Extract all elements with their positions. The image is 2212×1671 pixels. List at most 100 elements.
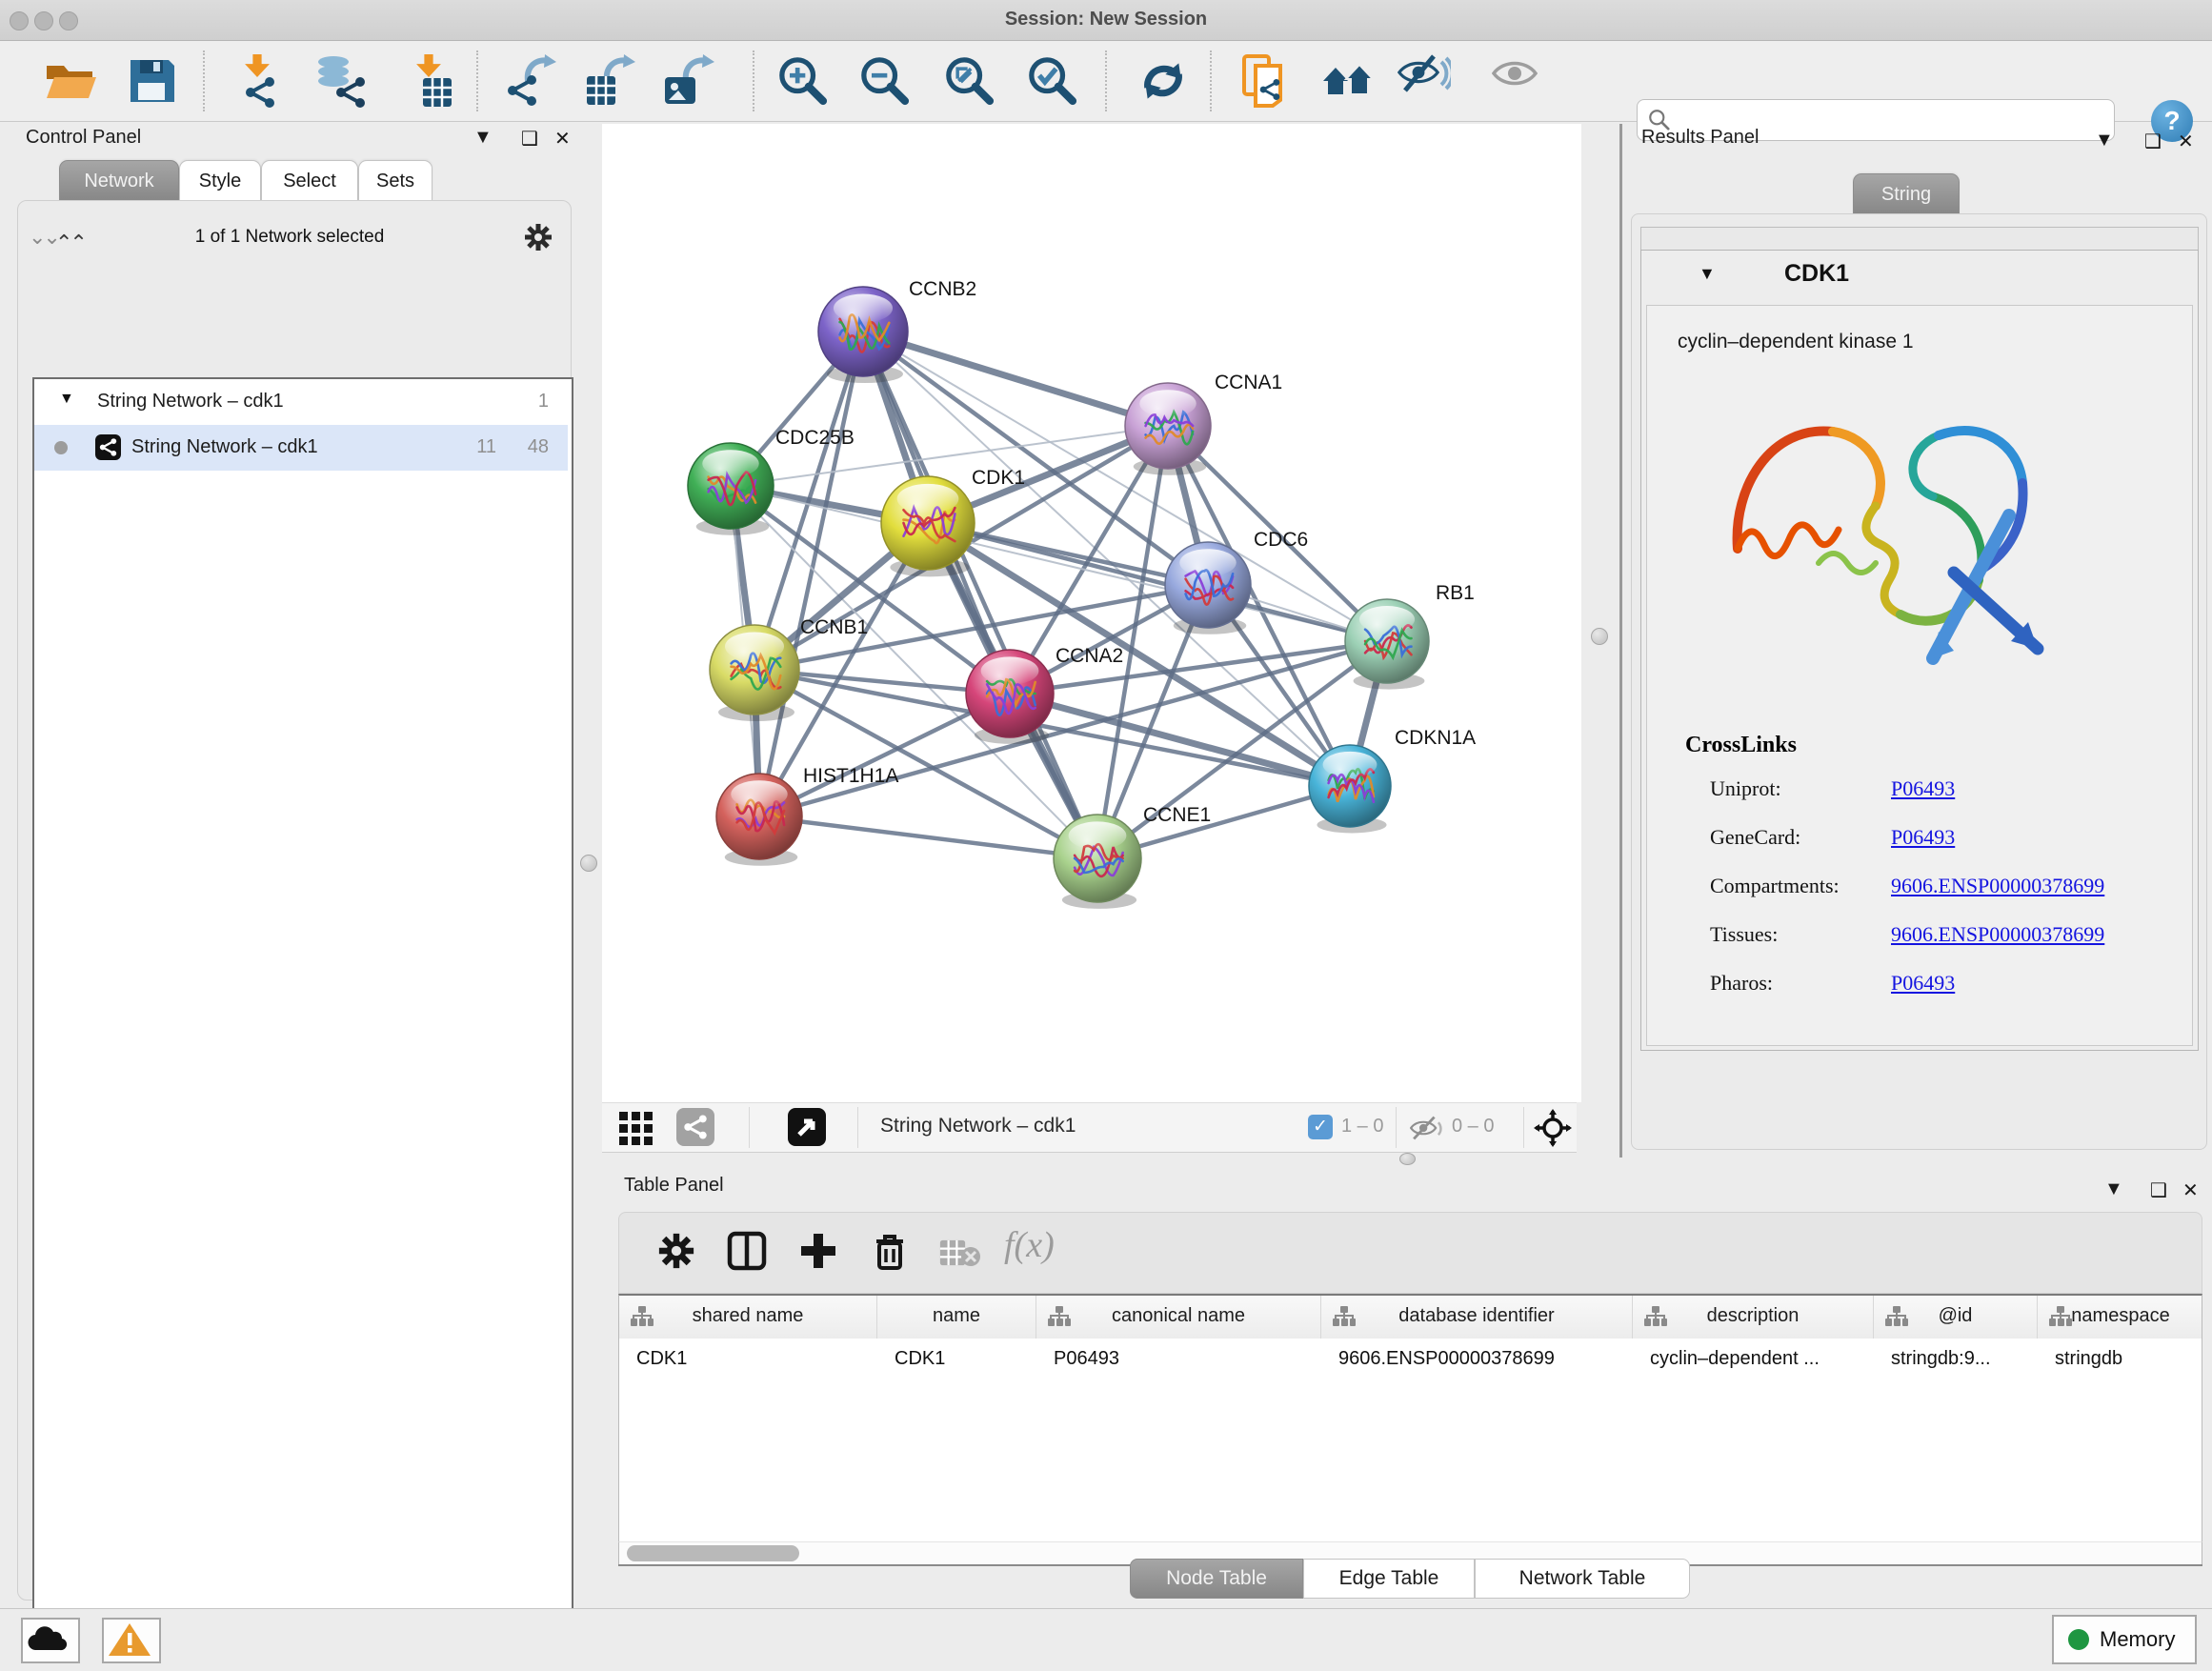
table-panel-menu-icon[interactable]: ▼ (2104, 1178, 2123, 1200)
tab-string[interactable]: String (1853, 173, 1960, 214)
node-CDK1[interactable] (881, 476, 975, 576)
gene-collapse-icon[interactable]: ▼ (1699, 264, 1716, 284)
results-panel-menu-icon[interactable]: ▼ (2095, 130, 2114, 151)
delete-column-trash-icon[interactable] (869, 1230, 911, 1272)
tab-select[interactable]: Select (261, 160, 358, 201)
create-column-plus-icon[interactable] (797, 1230, 839, 1272)
crosslink-link[interactable]: 9606.ENSP00000378699 (1891, 874, 2104, 898)
import-network-database-button[interactable] (312, 54, 366, 108)
zoom-selected-button[interactable] (1026, 54, 1079, 108)
toolbar-separator (476, 50, 478, 111)
network-row-selected[interactable]: String Network – cdk1 11 48 (34, 425, 568, 471)
tab-node-table[interactable]: Node Table (1130, 1559, 1303, 1599)
scrollbar-thumb[interactable] (627, 1545, 799, 1561)
view-toolbar-separator (857, 1107, 858, 1148)
node-CCNA1[interactable] (1125, 383, 1211, 475)
node-table[interactable]: shared namenamecanonical namedatabase id… (618, 1294, 2202, 1543)
edge-HIST1H1A-CCNE1[interactable] (759, 816, 1097, 858)
column-header-description[interactable]: description (1633, 1296, 1874, 1339)
delete-table-icon[interactable] (939, 1238, 981, 1268)
left-splitter-handle[interactable] (580, 855, 597, 872)
column-header-database-identifier[interactable]: database identifier (1321, 1296, 1633, 1339)
crosslink-link[interactable]: P06493 (1891, 776, 1955, 801)
export-network-button[interactable] (505, 54, 558, 108)
results-panel-float-icon[interactable]: ❑ (2144, 130, 2162, 153)
crosslink-link[interactable]: P06493 (1891, 825, 1955, 850)
refresh-button[interactable] (1136, 54, 1190, 108)
hide-selected-button[interactable] (1398, 54, 1451, 108)
table-panel-float-icon[interactable]: ❑ (2150, 1178, 2167, 1202)
right-splitter-handle[interactable] (1591, 628, 1608, 645)
export-table-button[interactable] (584, 54, 637, 108)
navigator-icon[interactable] (788, 1108, 826, 1146)
string-network-graph[interactable]: CCNB2CCNA1CDC25BCDK1CDC6RB1CCNB1CCNA2CDK… (602, 124, 1581, 1102)
right-splitter[interactable] (1619, 124, 1622, 1158)
results-panel-close-icon[interactable]: ✕ (2178, 130, 2194, 153)
column-header-canonical-name[interactable]: canonical name (1036, 1296, 1321, 1339)
collection-expand-icon[interactable]: ▼ (59, 391, 74, 408)
network-collection-row[interactable]: ▼ String Network – cdk1 1 (34, 379, 568, 425)
table-options-gear-icon[interactable] (655, 1230, 697, 1272)
table-cell[interactable]: stringdb (2055, 1339, 2202, 1391)
edge-RB1-HIST1H1A[interactable] (759, 641, 1387, 816)
import-network-file-button[interactable] (231, 54, 285, 108)
node-CCNE1[interactable] (1054, 815, 1141, 909)
home-neighborhood-button[interactable] (1321, 54, 1375, 108)
control-panel-menu-icon[interactable]: ▼ (473, 127, 493, 149)
network-mode-icon[interactable] (676, 1108, 714, 1146)
table-cell[interactable]: P06493 (1054, 1339, 1319, 1391)
network-canvas[interactable]: CCNB2CCNA1CDC25BCDK1CDC6RB1CCNB1CCNA2CDK… (602, 124, 1581, 1102)
tab-network-table[interactable]: Network Table (1475, 1559, 1690, 1599)
control-panel-close-icon[interactable]: ✕ (554, 127, 571, 151)
tab-edge-table[interactable]: Edge Table (1303, 1559, 1475, 1599)
crosslink-link[interactable]: 9606.ENSP00000378699 (1891, 922, 2104, 947)
fit-content-crosshair-icon[interactable] (1534, 1109, 1572, 1147)
table-cell[interactable]: CDK1 (895, 1339, 1035, 1391)
copy-documents-button[interactable] (1238, 54, 1292, 108)
tab-network[interactable]: Network (59, 160, 179, 201)
grid-mode-icon[interactable] (617, 1110, 654, 1146)
column-header-namespace[interactable]: namespace (2038, 1296, 2202, 1339)
network-options-gear-icon[interactable] (522, 221, 554, 253)
save-session-button[interactable] (125, 54, 178, 108)
table-cell[interactable]: cyclin–dependent ... (1650, 1339, 1872, 1391)
hidden-items-icon[interactable] (1407, 1114, 1445, 1142)
tab-sets[interactable]: Sets (358, 160, 432, 201)
node-RB1[interactable] (1345, 599, 1429, 690)
table-cell[interactable]: CDK1 (636, 1339, 875, 1391)
gene-entry-body: cyclin–dependent kinase 1 (1646, 305, 2193, 1046)
node-label-CCNB1: CCNB1 (800, 616, 868, 638)
column-header-name[interactable]: name (877, 1296, 1036, 1339)
import-table-file-button[interactable] (403, 54, 456, 108)
node-CDC6[interactable] (1165, 542, 1251, 634)
crosslink-label: GeneCard: (1710, 825, 1800, 850)
column-header--id[interactable]: @id (1874, 1296, 2038, 1339)
warning-status-button[interactable] (102, 1618, 161, 1663)
node-HIST1H1A[interactable] (716, 774, 802, 866)
selected-nodes-checkbox[interactable]: ✓ (1308, 1115, 1333, 1139)
show-columns-icon[interactable] (726, 1230, 768, 1272)
node-CDC25B[interactable] (688, 443, 774, 535)
edge-CCNB2-CCNA1[interactable] (863, 332, 1168, 426)
zoom-fit-button[interactable] (943, 54, 996, 108)
column-header-shared-name[interactable]: shared name (619, 1296, 877, 1339)
node-CCNA2[interactable] (966, 650, 1054, 744)
function-builder-icon[interactable]: f(x) (1004, 1224, 1055, 1266)
table-row[interactable]: CDK1CDK1P064939606.ENSP00000378699cyclin… (619, 1339, 2202, 1381)
memory-button[interactable]: Memory (2052, 1615, 2197, 1664)
open-session-button[interactable] (43, 54, 96, 108)
cloud-status-button[interactable] (21, 1618, 80, 1663)
zoom-in-button[interactable] (776, 54, 830, 108)
control-panel-float-icon[interactable]: ❑ (521, 127, 538, 151)
table-cell[interactable]: stringdb:9... (1891, 1339, 2036, 1391)
tab-style[interactable]: Style (179, 160, 261, 201)
table-panel-close-icon[interactable]: ✕ (2182, 1178, 2199, 1202)
node-CDKN1A[interactable] (1309, 745, 1391, 833)
export-image-button[interactable] (663, 54, 716, 108)
node-CCNB1[interactable] (710, 625, 799, 721)
zoom-out-button[interactable] (858, 54, 912, 108)
crosslink-row: GeneCard: P06493 (1647, 825, 2181, 874)
crosslink-link[interactable]: P06493 (1891, 971, 1955, 996)
show-all-button[interactable] (1488, 54, 1541, 108)
table-cell[interactable]: 9606.ENSP00000378699 (1338, 1339, 1631, 1391)
